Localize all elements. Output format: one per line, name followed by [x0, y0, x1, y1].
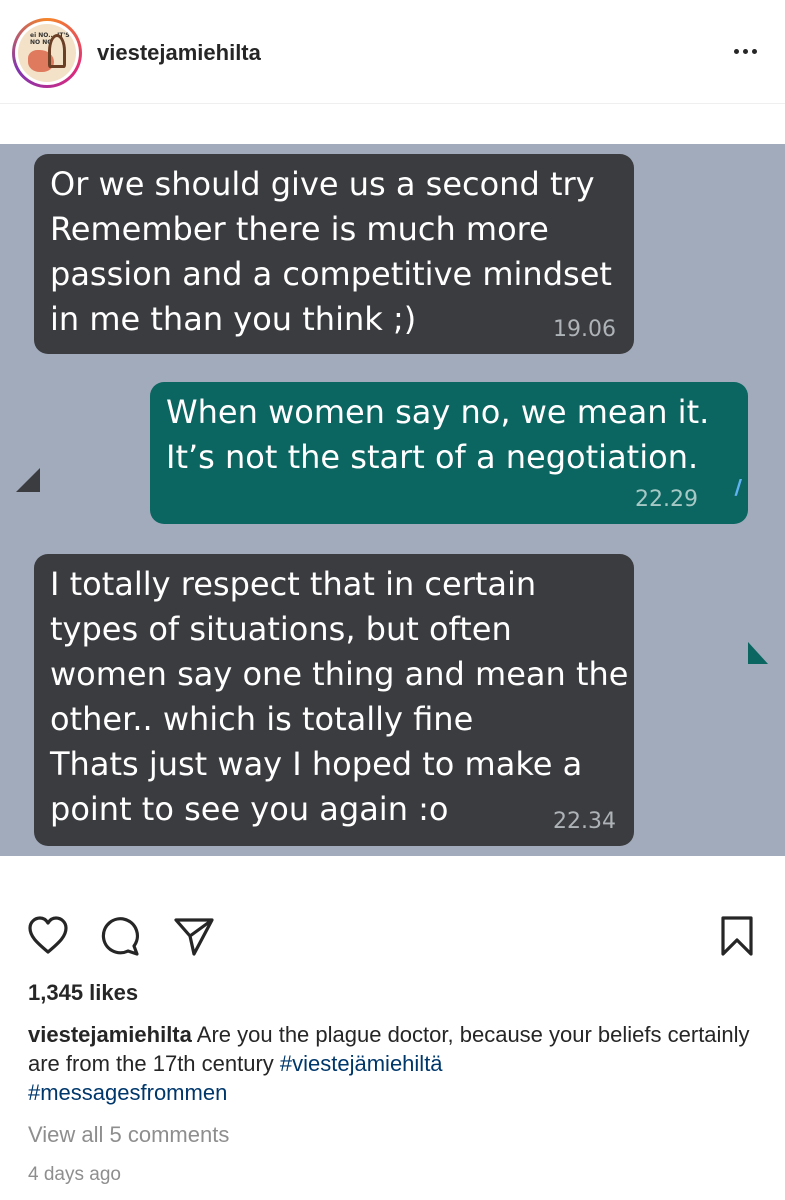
- message-line: It’s not the start of a negotiation.: [166, 438, 699, 476]
- message-line: Remember there is much more: [50, 210, 549, 248]
- incoming-message-bubble: I totally respect that in certain types …: [34, 554, 634, 846]
- heart-icon[interactable]: [26, 914, 70, 958]
- likes-count[interactable]: 1,345 likes: [28, 980, 138, 1006]
- message-time: 22.29: [635, 487, 698, 512]
- hashtag-link[interactable]: #viestejämiehiltä: [280, 1051, 443, 1076]
- view-comments-link[interactable]: View all 5 comments: [28, 1122, 229, 1148]
- message-line: Thats just way I hoped to make a: [50, 745, 583, 783]
- more-options-icon[interactable]: [728, 36, 762, 66]
- post-header: ei NO... IT'S NO NO viestejamiehilta: [0, 0, 785, 104]
- message-line: I totally respect that in certain: [50, 565, 537, 603]
- action-bar: [0, 900, 785, 970]
- message-line: point to see you again :o: [50, 790, 449, 828]
- incoming-message-bubble: Or we should give us a second try Rememb…: [34, 154, 634, 354]
- message-time: 19.06: [553, 317, 616, 342]
- outgoing-message-bubble: When women say no, we mean it. It’s not …: [150, 382, 748, 524]
- message-line: in me than you think ;): [50, 300, 417, 338]
- message-line: types of situations, but often: [50, 610, 512, 648]
- profile-avatar[interactable]: ei NO... IT'S NO NO: [12, 18, 82, 88]
- profile-avatar-icon: ei NO... IT'S NO NO: [18, 24, 76, 82]
- message-line: passion and a competitive mindset: [50, 255, 612, 293]
- bubble-tail: [748, 642, 768, 664]
- caption-username[interactable]: viestejamiehilta: [28, 1022, 192, 1047]
- message-line: other.. which is totally fine: [50, 700, 474, 738]
- message-line: Or we should give us a second try: [50, 165, 595, 203]
- bookmark-icon[interactable]: [715, 914, 759, 958]
- post-image[interactable]: Or we should give us a second try Rememb…: [0, 144, 785, 856]
- post-timestamp: 4 days ago: [28, 1164, 121, 1185]
- paper-plane-icon[interactable]: [172, 914, 216, 958]
- message-line: When women say no, we mean it.: [166, 393, 710, 431]
- message-time: 22.34: [553, 809, 616, 834]
- post-caption: viestejamiehilta Are you the plague doct…: [28, 1020, 758, 1107]
- double-check-icon: //: [734, 475, 745, 499]
- post-username[interactable]: viestejamiehilta: [97, 40, 261, 66]
- bubble-tail: [16, 468, 40, 492]
- message-line: women say one thing and mean the: [50, 655, 629, 693]
- hashtag-link[interactable]: #messagesfrommen: [28, 1080, 227, 1105]
- comment-icon[interactable]: [98, 914, 142, 958]
